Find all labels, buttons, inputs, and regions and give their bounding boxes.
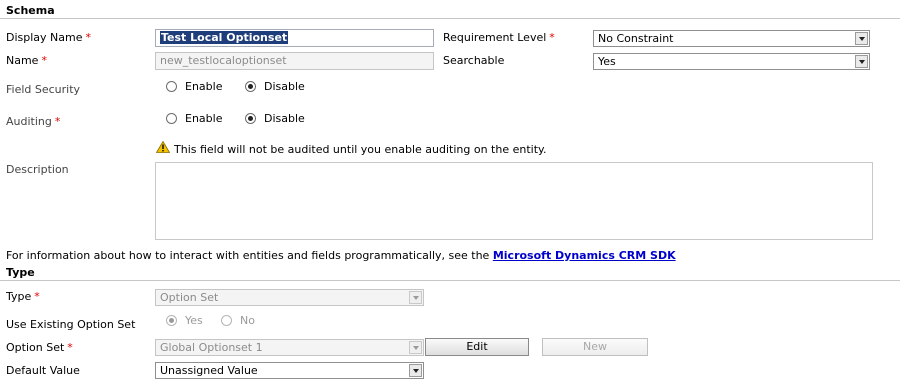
field-security-disable-label: Disable <box>264 80 305 93</box>
auditing-disable-label: Disable <box>264 112 305 125</box>
schema-section-title: Schema <box>6 4 55 17</box>
auditing-enable-label: Enable <box>185 112 223 125</box>
default-value-label: Default Value <box>6 364 80 377</box>
required-marker: * <box>41 54 47 67</box>
use-existing-no-radio: No <box>221 314 255 327</box>
type-select: Option Set <box>155 289 424 306</box>
display-name-label: Display Name * <box>6 31 91 44</box>
type-section-title: Type <box>6 266 35 279</box>
chevron-down-icon[interactable] <box>855 32 868 45</box>
required-marker: * <box>34 290 40 303</box>
field-security-label: Field Security <box>6 83 81 96</box>
type-value: Option Set <box>160 291 219 304</box>
option-set-select: Global Optionset 1 <box>155 339 424 356</box>
radio-on-icon <box>245 81 256 92</box>
requirement-level-label: Requirement Level * <box>443 31 555 44</box>
option-set-label: Option Set * <box>6 341 73 354</box>
warning-triangle-icon <box>156 141 170 153</box>
auditing-enable-radio[interactable]: Enable <box>166 112 222 125</box>
field-security-enable-label: Enable <box>185 80 223 93</box>
requirement-level-value: No Constraint <box>598 32 674 45</box>
schema-divider <box>0 18 900 19</box>
radio-off-icon <box>221 315 232 326</box>
chevron-down-icon <box>409 291 422 304</box>
name-value: new_testlocaloptionset <box>160 54 287 67</box>
option-set-value: Global Optionset 1 <box>160 341 263 354</box>
use-existing-yes-label: Yes <box>185 314 203 327</box>
requirement-level-select[interactable]: No Constraint <box>593 30 870 47</box>
display-name-value: Test Local Optionset <box>160 31 289 44</box>
required-marker: * <box>85 31 92 44</box>
type-divider <box>0 280 900 281</box>
required-marker: * <box>549 31 555 44</box>
radio-on-icon <box>166 315 177 326</box>
auditing-disable-radio[interactable]: Disable <box>245 112 305 125</box>
default-value-select[interactable]: Unassigned Value <box>155 362 424 379</box>
chevron-down-icon[interactable] <box>409 364 422 377</box>
audit-warning-text: This field will not be audited until you… <box>174 143 547 156</box>
auditing-label: Auditing * <box>6 115 61 128</box>
searchable-label: Searchable <box>443 54 505 67</box>
new-option-set-button: New <box>542 338 648 356</box>
radio-off-icon <box>166 81 177 92</box>
field-security-disable-radio[interactable]: Disable <box>245 80 305 93</box>
description-label: Description <box>6 163 69 176</box>
field-security-enable-radio[interactable]: Enable <box>166 80 222 93</box>
required-marker: * <box>67 341 73 354</box>
name-input: new_testlocaloptionset <box>155 52 434 70</box>
sdk-link[interactable]: Microsoft Dynamics CRM SDK <box>493 249 676 262</box>
sdk-info-text: For information about how to interact wi… <box>6 249 676 262</box>
type-label: Type * <box>6 290 40 303</box>
required-marker: * <box>54 115 61 128</box>
chevron-down-icon[interactable] <box>855 55 868 68</box>
description-textarea[interactable] <box>155 162 873 240</box>
radio-off-icon <box>166 113 177 124</box>
edit-option-set-button[interactable]: Edit <box>425 338 529 356</box>
searchable-select[interactable]: Yes <box>593 53 870 70</box>
radio-on-icon <box>245 113 256 124</box>
use-existing-no-label: No <box>240 314 255 327</box>
name-label: Name * <box>6 54 47 67</box>
searchable-value: Yes <box>598 55 616 68</box>
default-value-value: Unassigned Value <box>160 364 258 377</box>
display-name-input[interactable]: Test Local Optionset <box>155 29 434 47</box>
chevron-down-icon <box>409 341 422 354</box>
use-existing-label: Use Existing Option Set <box>6 318 136 331</box>
use-existing-yes-radio: Yes <box>166 314 203 327</box>
